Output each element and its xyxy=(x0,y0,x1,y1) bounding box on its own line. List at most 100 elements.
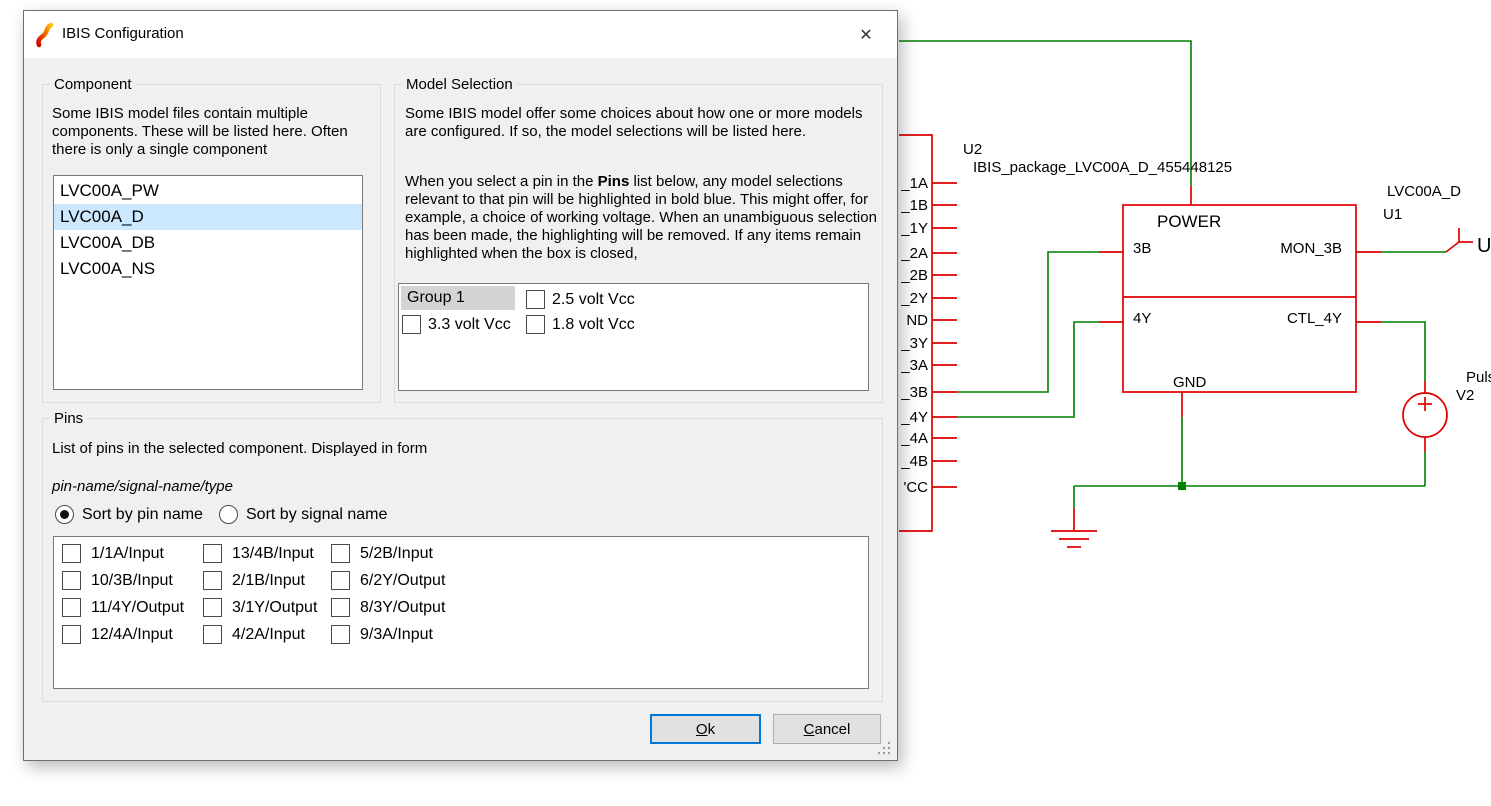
pin-checkbox-item[interactable]: 1/1A/Input xyxy=(62,544,164,563)
u2-pin-label: 'CC xyxy=(903,479,928,496)
radio-label: Sort by pin name xyxy=(82,506,203,524)
checkbox-icon[interactable] xyxy=(331,544,350,563)
ok-button-label: O xyxy=(696,721,708,738)
pin-checkbox-item[interactable]: 12/4A/Input xyxy=(62,625,173,644)
cancel-button-label-rest: ancel xyxy=(814,721,850,738)
option-1-8-volt-vcc[interactable]: 1.8 volt Vcc xyxy=(526,315,635,334)
u2-pin-label: _2Y xyxy=(900,290,928,307)
option-2-5-volt-vcc[interactable]: 2.5 volt Vcc xyxy=(526,290,635,309)
pins-description: List of pins in the selected component. … xyxy=(52,440,427,458)
power-box xyxy=(1123,205,1356,392)
pin-label: 5/2B/Input xyxy=(360,545,433,563)
component-list: LVC00A_PW LVC00A_D LVC00A_DB LVC00A_NS xyxy=(53,175,363,390)
pin-checkbox-item[interactable]: 5/2B/Input xyxy=(331,544,433,563)
model-selection-groupbox-label: Model Selection xyxy=(402,76,517,93)
pin-checkbox-item[interactable]: 8/3Y/Output xyxy=(331,598,445,617)
v2-ref-label: V2 xyxy=(1456,387,1474,404)
pin-label: 4/2A/Input xyxy=(232,626,305,644)
u2-pin-label: _1A xyxy=(900,175,928,192)
checkbox-icon[interactable] xyxy=(203,598,222,617)
component-description: Some IBIS model files contain multiple c… xyxy=(52,105,370,159)
pin-checkbox-item[interactable]: 3/1Y/Output xyxy=(203,598,317,617)
model-selection-description: Some IBIS model offer some choices about… xyxy=(405,105,873,141)
pin-checkbox-item[interactable]: 4/2A/Input xyxy=(203,625,305,644)
u2-pin-label: _3B xyxy=(900,384,928,401)
model-selection-note: When you select a pin in the Pins list b… xyxy=(405,173,879,263)
checkbox-icon[interactable] xyxy=(62,625,81,644)
checkbox-icon[interactable] xyxy=(62,544,81,563)
pin-label: 3/1Y/Output xyxy=(232,599,317,617)
model-selection-groupbox: Model Selection Some IBIS model offer so… xyxy=(394,84,883,403)
u2-pin-label: _2A xyxy=(900,245,928,262)
u2-pin-label: _1B xyxy=(900,197,928,214)
pin-label: 2/1B/Input xyxy=(232,572,305,590)
checkbox-label: 1.8 volt Vcc xyxy=(552,316,635,334)
pin-checkbox-item[interactable]: 10/3B/Input xyxy=(62,571,173,590)
sort-by-pin-name-radio[interactable]: Sort by pin name xyxy=(55,505,203,524)
sort-by-signal-name-radio[interactable]: Sort by signal name xyxy=(219,505,387,524)
note-bold-pins: Pins xyxy=(598,173,630,190)
checkbox-icon[interactable] xyxy=(331,571,350,590)
checkbox-icon[interactable] xyxy=(331,625,350,644)
power-mon3b-label: MON_3B xyxy=(1280,240,1342,257)
u2-outline xyxy=(899,135,932,531)
pin-label: 8/3Y/Output xyxy=(360,599,445,617)
component-list-item[interactable]: LVC00A_DB xyxy=(54,230,362,256)
checkbox-icon[interactable] xyxy=(62,598,81,617)
pin-checkbox-item[interactable]: 9/3A/Input xyxy=(331,625,433,644)
u2-pin-label: _4B xyxy=(900,453,928,470)
pin-checkbox-item[interactable]: 13/4B/Input xyxy=(203,544,314,563)
checkbox-icon[interactable] xyxy=(526,290,545,309)
pins-format-hint: pin-name/signal-name/type xyxy=(52,478,233,496)
u1-clipped-label: U xyxy=(1477,235,1491,257)
close-button[interactable]: ✕ xyxy=(849,21,883,49)
component-groupbox-label: Component xyxy=(50,76,136,93)
cancel-button[interactable]: Cancel xyxy=(773,714,881,744)
component-groupbox: Component Some IBIS model files contain … xyxy=(42,84,381,403)
checkbox-icon[interactable] xyxy=(331,598,350,617)
checkbox-icon[interactable] xyxy=(203,544,222,563)
pin-label: 12/4A/Input xyxy=(91,626,173,644)
ok-button[interactable]: Ok xyxy=(650,714,761,744)
pins-groupbox-label: Pins xyxy=(50,410,87,427)
v2-model-label: Puls xyxy=(1466,369,1491,386)
wire-4y xyxy=(957,322,1099,417)
resize-grip[interactable] xyxy=(888,752,890,754)
radio-icon-selected[interactable] xyxy=(55,505,74,524)
checkbox-icon[interactable] xyxy=(203,625,222,644)
model-options-panel: Group 1 2.5 volt Vcc 3.3 volt Vcc 1.8 vo… xyxy=(398,283,869,391)
checkbox-icon[interactable] xyxy=(203,571,222,590)
pins-list: 1/1A/Input 13/4B/Input 5/2B/Input 10/3B/… xyxy=(53,536,869,689)
u1-gate-stub xyxy=(1446,242,1459,252)
ibis-configuration-dialog: IBIS Configuration ✕ Component Some IBIS… xyxy=(23,10,898,761)
option-3-3-volt-vcc[interactable]: 3.3 volt Vcc xyxy=(402,315,511,334)
app-canvas: U2 IBIS_package_LVC00A_D_455448125 POWER… xyxy=(0,0,1491,806)
dialog-titlebar[interactable]: IBIS Configuration ✕ xyxy=(24,11,897,58)
power-gnd-label: GND xyxy=(1173,374,1207,391)
wire-ctl-4y xyxy=(1381,322,1425,381)
pin-label: 1/1A/Input xyxy=(91,545,164,563)
u2-pin-label: _4A xyxy=(900,430,928,447)
u1-ref-label: U1 xyxy=(1383,206,1402,223)
pins-groupbox: Pins List of pins in the selected compon… xyxy=(42,418,883,702)
pin-label: 10/3B/Input xyxy=(91,572,173,590)
pin-checkbox-item[interactable]: 6/2Y/Output xyxy=(331,571,445,590)
component-list-item[interactable]: LVC00A_PW xyxy=(54,178,362,204)
u2-ref-label: U2 xyxy=(963,141,982,158)
checkbox-icon[interactable] xyxy=(402,315,421,334)
component-list-item[interactable]: LVC00A_NS xyxy=(54,256,362,282)
radio-label: Sort by signal name xyxy=(246,506,387,524)
u2-pin-label: _4Y xyxy=(900,409,928,426)
pin-checkbox-item[interactable]: 2/1B/Input xyxy=(203,571,305,590)
close-icon: ✕ xyxy=(859,25,872,45)
component-list-item-selected[interactable]: LVC00A_D xyxy=(54,204,362,230)
junction-dot xyxy=(1178,482,1186,490)
dialog-title: IBIS Configuration xyxy=(62,25,184,42)
checkbox-icon[interactable] xyxy=(62,571,81,590)
u2-pin-label: _3Y xyxy=(900,335,928,352)
u1-model-label: LVC00A_D xyxy=(1387,183,1461,200)
radio-icon[interactable] xyxy=(219,505,238,524)
checkbox-icon[interactable] xyxy=(526,315,545,334)
pin-label: 13/4B/Input xyxy=(232,545,314,563)
pin-checkbox-item[interactable]: 11/4Y/Output xyxy=(62,598,184,617)
